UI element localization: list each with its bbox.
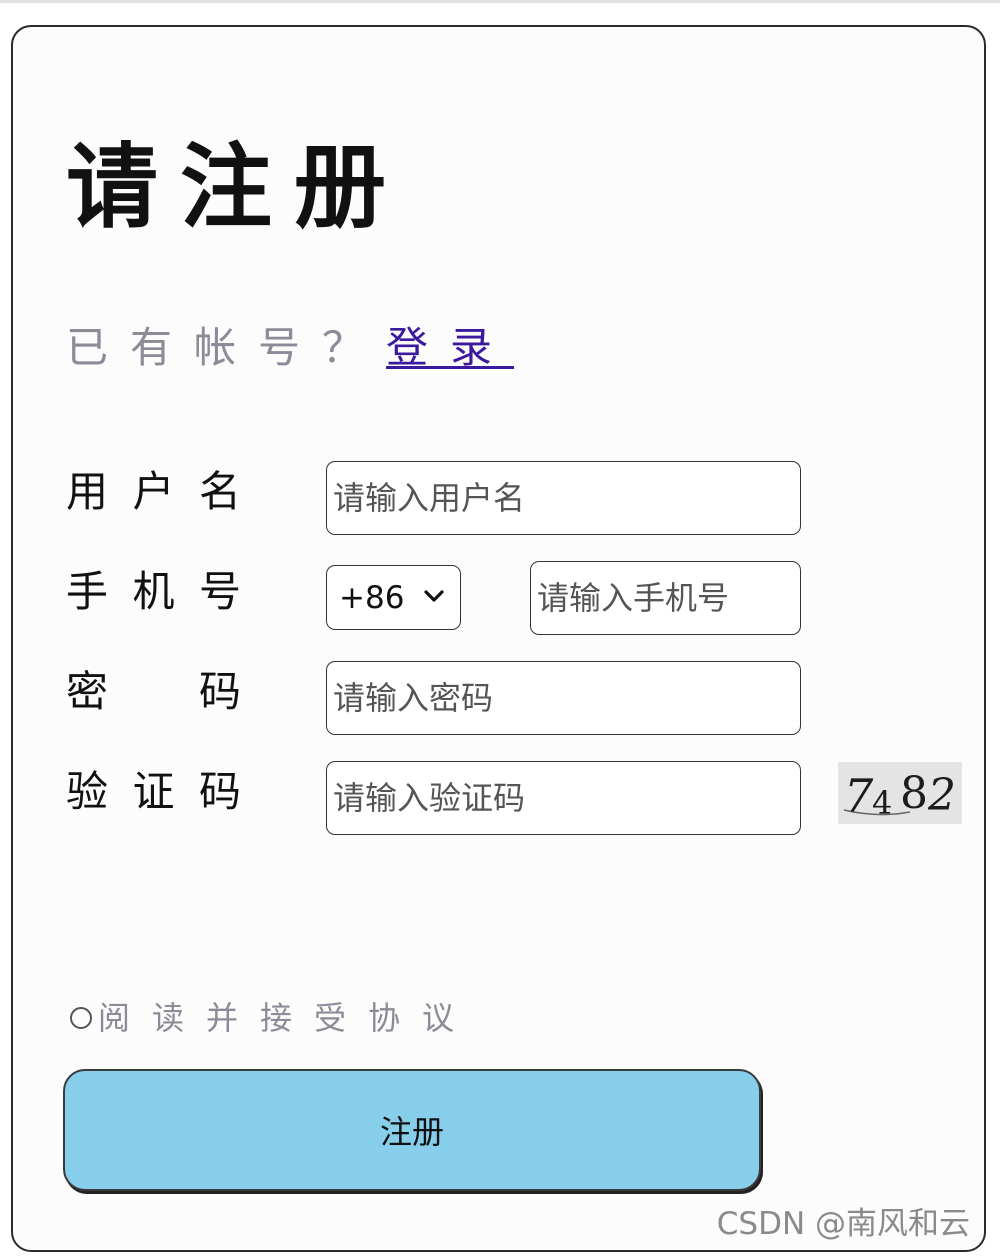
phone-label-char: 机 xyxy=(132,567,175,616)
captcha-label-char: 证 xyxy=(132,767,175,816)
username-input[interactable] xyxy=(326,461,801,535)
captcha-label-char: 验 xyxy=(66,767,109,816)
country-code-value: +86 xyxy=(339,579,405,616)
phone-label-char: 号 xyxy=(198,567,241,616)
captcha-char: 7 xyxy=(844,769,874,823)
login-prompt: 已有帐号？登录 xyxy=(66,322,514,374)
country-code-select[interactable]: +86 xyxy=(326,565,461,630)
password-label-char: 密 xyxy=(66,667,109,716)
captcha-image[interactable]: 7 4 8 2 xyxy=(838,762,962,824)
phone-label: 手 机 号 xyxy=(66,566,241,618)
captcha-char: 4 xyxy=(872,784,892,822)
page-title: 请注册 xyxy=(66,134,409,241)
login-prompt-text: 已有帐号？ xyxy=(66,323,387,372)
captcha-input[interactable] xyxy=(326,761,801,835)
page-top-divider xyxy=(0,0,1000,3)
agreement-text: 阅读并接受协议 xyxy=(98,999,477,1037)
captcha-graphic: 7 4 8 2 xyxy=(843,768,956,823)
username-label-char: 户 xyxy=(132,467,175,516)
agreement-radio[interactable] xyxy=(70,1007,92,1029)
chevron-down-icon xyxy=(424,590,444,602)
phone-input[interactable] xyxy=(530,561,801,635)
password-label-char: 码 xyxy=(198,667,241,716)
agreement-row: 阅读并接受协议 xyxy=(70,996,476,1040)
username-label: 用 户 名 xyxy=(66,466,241,518)
password-input[interactable] xyxy=(326,661,801,735)
username-label-char: 用 xyxy=(66,467,109,516)
login-link[interactable]: 登录 xyxy=(386,323,514,372)
captcha-label-char: 码 xyxy=(198,767,241,816)
watermark: CSDN @南风和云 xyxy=(716,1206,970,1242)
captcha-label: 验 证 码 xyxy=(66,766,241,818)
captcha-char: 8 xyxy=(900,768,928,819)
register-button[interactable]: 注册 xyxy=(63,1069,761,1191)
captcha-char: 2 xyxy=(927,770,956,821)
password-label: 密 码 xyxy=(66,666,241,718)
username-label-char: 名 xyxy=(198,467,241,516)
phone-label-char: 手 xyxy=(66,567,109,616)
